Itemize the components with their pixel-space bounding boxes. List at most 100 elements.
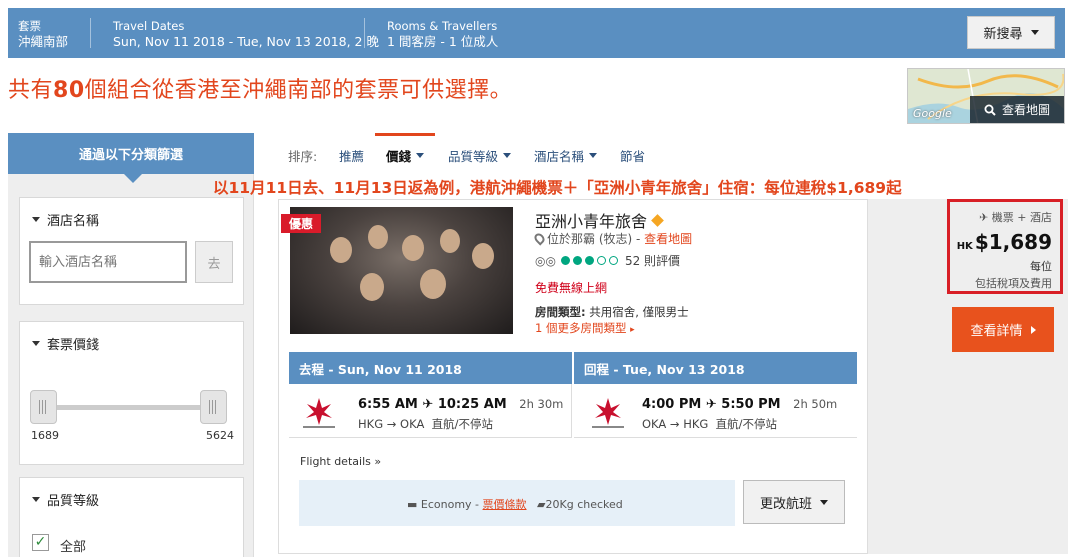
rating-bubble-icon	[608, 256, 618, 265]
chevron-down-icon	[416, 153, 425, 158]
new-search-button[interactable]: 新搜尋	[967, 16, 1055, 49]
deal-badge: 優惠	[281, 214, 321, 233]
chevron-down-icon	[589, 153, 598, 158]
seat-icon: ▬	[407, 498, 418, 511]
price-slider-track[interactable]	[44, 405, 214, 410]
room-type-value: 共用宿舍, 僅限男士	[585, 305, 689, 319]
hotel-rating[interactable]: ◎◎ 52 則評價	[535, 252, 680, 269]
price-box: ✈ 機票 + 酒店 HK $1,689 每位 包括稅項及費用	[947, 199, 1063, 294]
hotel-name-input[interactable]	[29, 241, 187, 283]
room-type: 房間類型: 共用宿舍, 僅限男士	[535, 304, 689, 320]
outbound-arrive: 10:25 AM	[437, 397, 507, 412]
rating-bubble-icon	[596, 256, 606, 265]
rating-bubble-icon	[572, 256, 582, 265]
outbound-route: HKG → OKA 直航/不停站	[358, 416, 493, 432]
photo-detail	[368, 225, 388, 249]
price-filter-title: 套票價錢	[47, 338, 100, 353]
chevron-down-icon	[820, 499, 828, 505]
photo-detail	[440, 229, 460, 253]
photo-detail	[402, 235, 424, 261]
sort-recommended-label: 推薦	[339, 149, 365, 164]
return-route-codes: OKA → HKG	[642, 417, 709, 431]
more-room-types-label: 1 個更多房間類型	[535, 321, 627, 335]
price-max-value: 5624	[206, 429, 234, 442]
map-thumbnail[interactable]: Google 查看地圖	[907, 68, 1065, 124]
quality-filter-toggle[interactable]: 品質等級	[32, 490, 99, 509]
view-details-button[interactable]: 查看詳情	[952, 307, 1054, 352]
diamond-icon	[651, 213, 664, 227]
change-flight-label: 更改航班	[759, 496, 812, 512]
sort-bar: 排序: 推薦 價錢 品質等級 酒店名稱 節省	[278, 133, 1066, 172]
active-sort-indicator	[375, 133, 435, 136]
hotel-name-link[interactable]: 亞洲小青年旅舍	[535, 208, 664, 232]
taxes-included-note: 包括稅項及費用	[975, 277, 1052, 290]
outbound-times: 6:55 AM ✈ 10:25 AM 2h 30m	[358, 397, 563, 412]
cabin-class: Economy -	[420, 498, 483, 511]
outbound-flight-header: 去程 - Sun, Nov 11 2018	[289, 352, 572, 384]
sort-price-label: 價錢	[386, 149, 412, 164]
photo-detail	[472, 243, 494, 269]
baggage-icon: ▰	[537, 498, 546, 511]
price-slider-max-handle[interactable]	[200, 390, 227, 424]
outbound-duration: 2h 30m	[519, 397, 564, 411]
promo-annotation: 以11月11日去、11月13日返為例，港航沖繩機票＋「亞洲小青年旅舍」住宿：每位…	[213, 179, 902, 197]
result-count: 80	[53, 78, 85, 103]
tripadvisor-owl-icon: ◎◎	[535, 253, 556, 268]
chevron-down-icon	[1030, 30, 1039, 35]
search-icon	[984, 104, 996, 116]
flight-details-toggle[interactable]: Flight details »	[300, 455, 381, 468]
outbound-stops: 直航/不停站	[431, 417, 493, 431]
new-search-label: 新搜尋	[983, 27, 1023, 42]
review-count: 52 則評價	[624, 254, 681, 268]
sort-price[interactable]: 價錢	[386, 146, 425, 165]
hotel-name-text: 亞洲小青年旅舍	[535, 212, 648, 231]
price-per-person: 每位	[1030, 260, 1052, 273]
location-text: 位於那霸 (牧志) -	[547, 232, 645, 246]
plane-icon: ✈	[979, 211, 989, 224]
sort-recommended[interactable]: 推薦	[339, 146, 364, 165]
plane-icon: ✈	[422, 397, 434, 412]
change-flight-button[interactable]: 更改航班	[743, 480, 845, 524]
return-duration: 2h 50m	[793, 397, 838, 411]
price-filter-toggle[interactable]: 套票價錢	[32, 334, 99, 353]
package-summary: 套票 沖繩南部	[18, 19, 68, 49]
hotel-name-filter-toggle[interactable]: 酒店名稱	[32, 210, 99, 229]
outbound-depart: 6:55 AM	[358, 397, 418, 412]
fare-rules-link[interactable]: 票價條款	[483, 498, 527, 511]
photo-detail	[330, 237, 352, 263]
package-label: 套票	[18, 19, 41, 33]
return-arrive: 5:50 PM	[721, 397, 781, 412]
package-type: ✈ 機票 + 酒店	[979, 209, 1052, 225]
hotel-map-link[interactable]: 查看地圖	[644, 232, 692, 246]
hotel-search-go-button[interactable]: 去	[195, 241, 233, 283]
chevron-right-icon: ▸	[630, 325, 635, 335]
dates-label: Travel Dates	[113, 19, 185, 33]
hotel-name-filter: 酒店名稱 去	[19, 197, 244, 305]
price-slider-min-handle[interactable]	[30, 390, 57, 424]
view-details-label: 查看詳情	[970, 324, 1023, 339]
view-map-button[interactable]: 查看地圖	[970, 96, 1064, 123]
package-type-label: 機票 + 酒店	[991, 211, 1052, 224]
sort-savings[interactable]: 節省	[620, 146, 645, 165]
photo-detail	[360, 273, 384, 301]
sort-quality[interactable]: 品質等級	[448, 146, 512, 165]
hotel-photo[interactable]	[290, 207, 513, 334]
sort-hotel-name[interactable]: 酒店名稱	[534, 146, 598, 165]
chevron-down-icon	[503, 153, 512, 158]
quality-all-checkbox[interactable]: ✓	[32, 534, 49, 551]
caret-down-icon	[32, 497, 40, 502]
title-suffix: 個組合從香港至沖繩南部的套票可供選擇。	[84, 78, 513, 103]
dates-value: Sun, Nov 11 2018 - Tue, Nov 13 2018, 2 晚	[113, 34, 379, 49]
more-room-types-link[interactable]: 1 個更多房間類型 ▸	[535, 320, 635, 336]
divider	[90, 18, 91, 48]
sort-quality-label: 品質等級	[448, 149, 499, 164]
price-min-value: 1689	[31, 429, 59, 442]
currency: HK	[956, 241, 973, 252]
hong-kong-airlines-logo-icon	[303, 398, 335, 428]
divider	[364, 18, 365, 48]
rooms-label: Rooms & Travellers	[387, 19, 498, 33]
plane-icon: ✈	[705, 397, 717, 412]
google-logo: Google	[913, 107, 952, 120]
baggage-allowance: 20Kg checked	[545, 498, 623, 511]
hong-kong-airlines-logo-icon	[592, 398, 624, 428]
